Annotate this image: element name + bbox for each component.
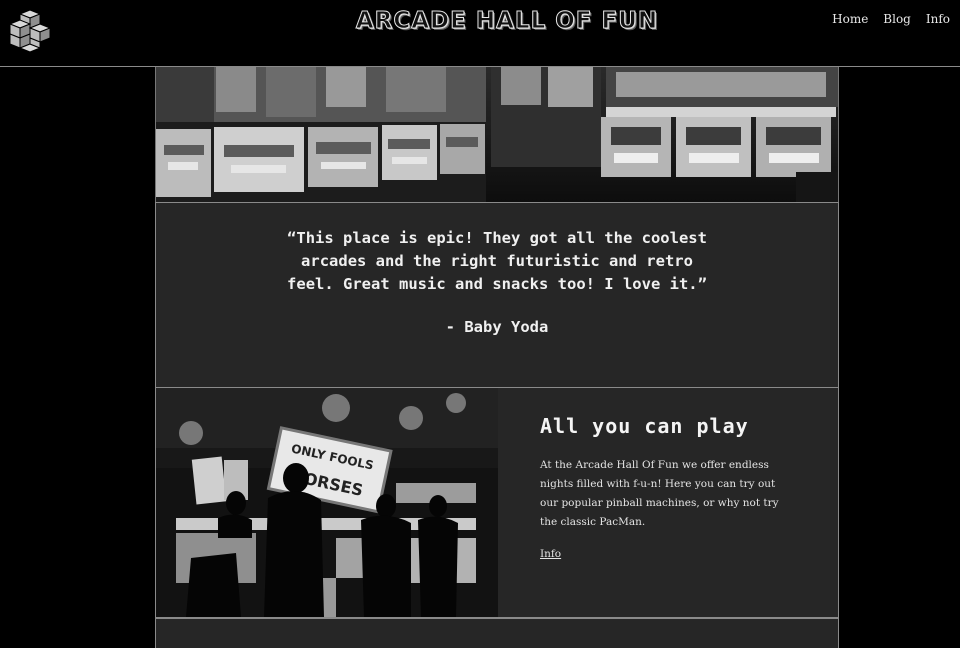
main-content: “This place is epic! They got all the co…: [155, 67, 839, 648]
nav-info-link[interactable]: Info: [926, 12, 950, 26]
testimonial-quote: “This place is epic! They got all the co…: [287, 229, 707, 293]
arcade-crowd-image: ONLY FOOLS HORSES: [156, 388, 498, 617]
testimonial-author: - Baby Yoda: [445, 318, 549, 336]
next-section-panel: [155, 618, 839, 648]
testimonial-section: “This place is epic! They got all the co…: [155, 202, 839, 388]
feature-text-panel: All you can play At the Arcade Hall Of F…: [498, 388, 838, 617]
arcade-crowd-photo: ONLY FOOLS HORSES: [156, 388, 498, 617]
site-title: ARCADE HALL OF FUN: [355, 8, 659, 35]
nav-home-link[interactable]: Home: [832, 12, 868, 26]
feature-description: At the Arcade Hall Of Fun we offer endle…: [540, 459, 779, 528]
arcade-machines-photo: [156, 67, 838, 202]
feature-heading: All you can play: [540, 414, 749, 438]
site-header: ARCADE HALL OF FUN Home Blog Info: [0, 0, 960, 67]
nav-blog-link[interactable]: Blog: [883, 12, 911, 26]
main-nav: Home Blog Info: [832, 12, 950, 26]
arcade-hero-image: [155, 67, 839, 202]
feature-section: ONLY FOOLS HORSES All you can play At th…: [155, 388, 839, 618]
feature-info-link[interactable]: Info: [540, 548, 561, 560]
